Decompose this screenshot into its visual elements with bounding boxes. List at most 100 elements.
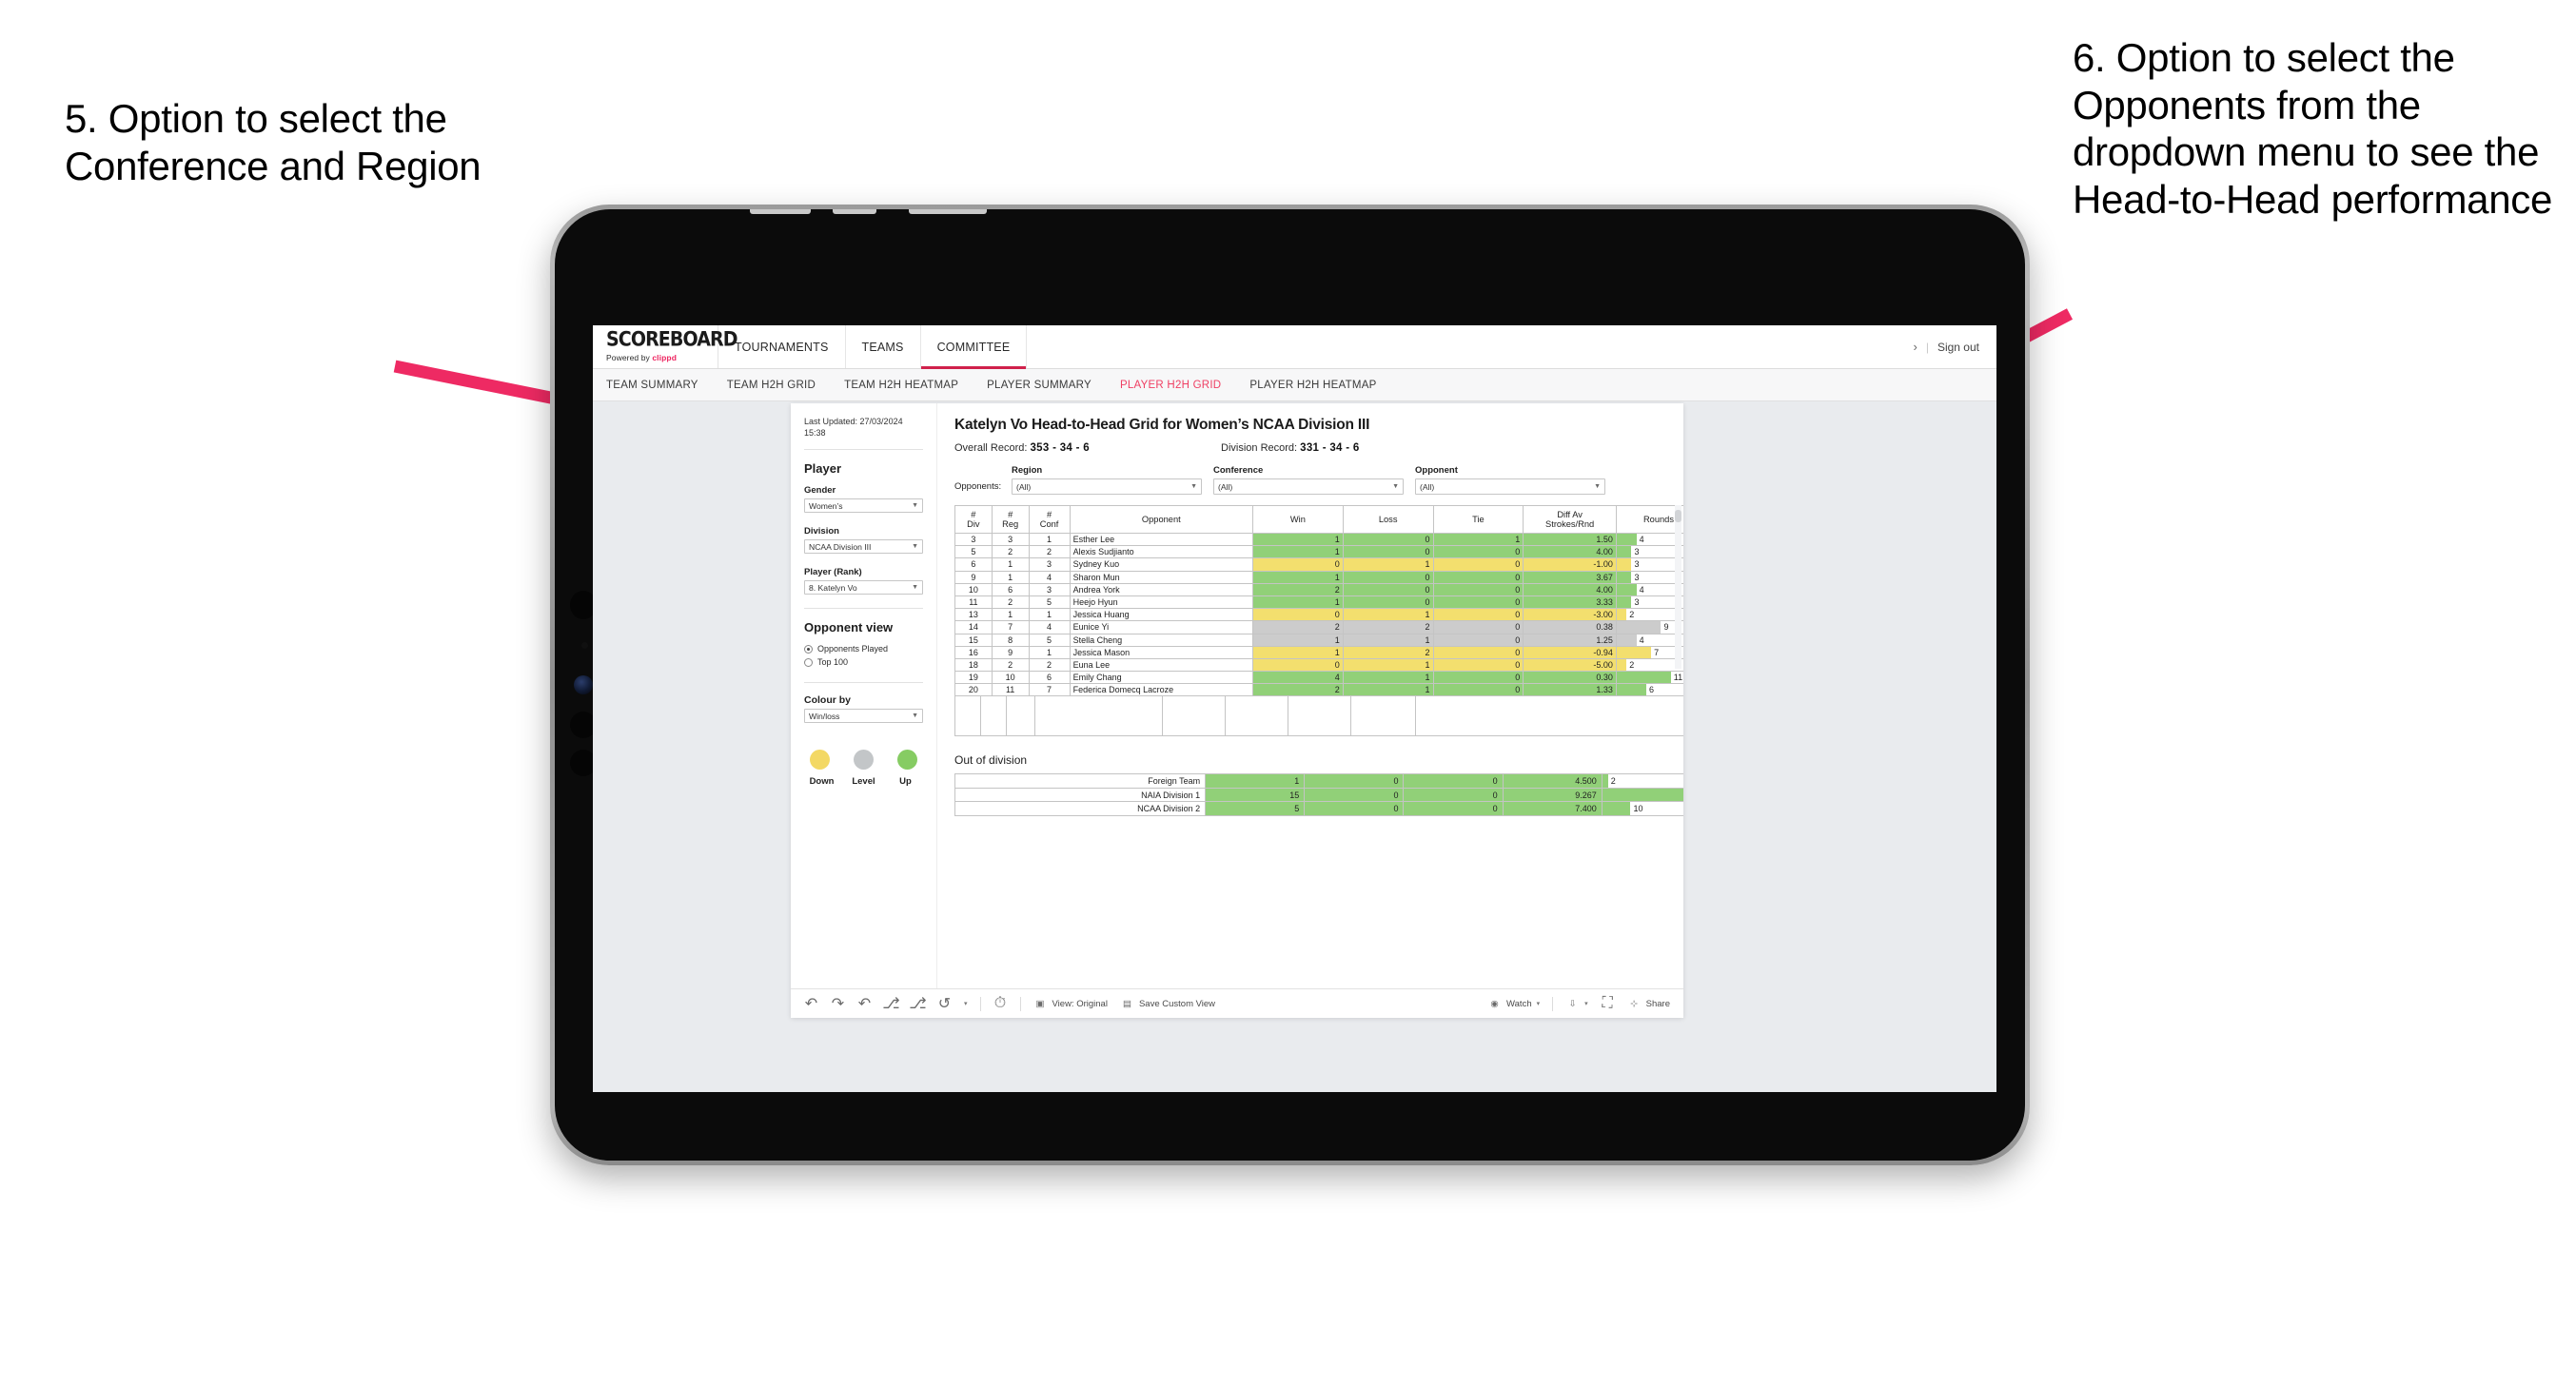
tab-team-summary[interactable]: TEAM SUMMARY <box>606 380 698 391</box>
clock-icon[interactable]: ⏱ <box>993 995 1008 1011</box>
watch-button[interactable]: ◉ Watch ▾ <box>1487 997 1540 1011</box>
table-row[interactable]: 9 1 4 Sharon Mun 1 0 0 3.67 3 <box>954 570 1683 584</box>
back-icon[interactable]: ↺ <box>937 996 952 1012</box>
save-custom-view-button[interactable]: ▤ Save Custom View <box>1120 997 1215 1011</box>
nav-item-committee[interactable]: COMMITTEE <box>920 325 1028 369</box>
colour-by-select[interactable]: Win/loss ▼ <box>804 709 923 724</box>
workbook-body: Last Updated: 27/03/2024 15:38 Player Ge… <box>791 403 1683 988</box>
cell-conf: 3 <box>1028 557 1071 572</box>
last-updated-text: Last Updated: 27/03/2024 15:38 <box>804 417 903 439</box>
filters-sidebar: Last Updated: 27/03/2024 15:38 Player Ge… <box>791 403 937 988</box>
cell-rounds: 4 <box>1615 582 1683 596</box>
grid-scrollbar-thumb[interactable] <box>1675 510 1681 522</box>
pause-icon[interactable]: ⎇ <box>909 996 926 1012</box>
table-row[interactable]: 18 2 2 Euna Lee 0 1 0 -5.00 2 <box>954 657 1683 673</box>
table-row[interactable]: 5 2 2 Alexis Sudjianto 1 0 0 4.00 3 <box>954 545 1683 559</box>
divider <box>804 608 923 610</box>
volume-up-button[interactable] <box>750 209 811 214</box>
rounds-value: 3 <box>1634 597 1640 608</box>
overall-record-label: Overall Record: <box>954 442 1028 454</box>
col-rounds: Rounds <box>1615 505 1683 534</box>
cell-loss: 0 <box>1304 787 1405 803</box>
undo-icon[interactable]: ↶ <box>804 996 818 1012</box>
tab-player-h2h-grid[interactable]: PLAYER H2H GRID <box>1120 380 1221 391</box>
download-button[interactable]: ⇩ ▾ <box>1565 997 1588 1011</box>
power-button[interactable] <box>909 209 987 214</box>
cell-opponent: Eunice Yi <box>1069 620 1254 634</box>
table-row[interactable]: NAIA Division 115009.26730 <box>954 787 1683 803</box>
region-select[interactable]: (All) ▼ <box>1012 478 1202 495</box>
table-row[interactable]: 16 9 1 Jessica Mason 1 2 0 -0.94 7 <box>954 645 1683 659</box>
sensor-dot-icon <box>581 642 588 649</box>
fullscreen-icon[interactable]: ⛶ <box>1601 995 1615 1011</box>
revert-icon[interactable]: ↶ <box>857 996 872 1012</box>
gender-select[interactable]: Women’s ▼ <box>804 498 923 514</box>
tab-team-h2h-heatmap[interactable]: TEAM H2H HEATMAP <box>844 380 958 391</box>
player-rank-select[interactable]: 8. Katelyn Vo ▼ <box>804 580 923 595</box>
browser-viewport: SCOREBOARD Powered by clippd TOURNAMENTS… <box>593 325 1996 1092</box>
division-select[interactable]: NCAA Division III ▼ <box>804 539 923 555</box>
table-row[interactable]: 19 10 6 Emily Chang 4 1 0 0.30 11 <box>954 671 1683 685</box>
radio-opponents-played[interactable]: Opponents Played <box>804 644 923 654</box>
chevron-right-icon[interactable]: › <box>1913 340 1917 354</box>
table-row[interactable]: 20 11 7 Federica Domecq Lacroze 2 1 0 1.33 6 <box>954 683 1683 697</box>
volume-down-button[interactable] <box>833 209 876 214</box>
chevron-down-icon[interactable]: ▾ <box>964 1000 968 1007</box>
cell-reg: 3 <box>991 532 1030 547</box>
tab-team-h2h-grid[interactable]: TEAM H2H GRID <box>727 380 816 391</box>
cell-rounds: 3 <box>1615 545 1683 559</box>
cell-tie: 0 <box>1432 671 1524 685</box>
legend-label-up: Up <box>899 776 912 788</box>
legend-dot-level <box>854 750 874 771</box>
cell-rounds: 30 <box>1601 787 1683 803</box>
rounds-value: 2 <box>1629 610 1635 620</box>
cell-tie: 0 <box>1403 787 1504 803</box>
gender-label: Gender <box>804 485 836 497</box>
opponent-select[interactable]: (All) ▼ <box>1415 478 1605 495</box>
h2h-grid-head: # Div # Reg # Conf Opponent Win Loss Tie Di… <box>954 505 1683 534</box>
view-original-button[interactable]: ▣ View: Original <box>1033 997 1108 1011</box>
cell-tie: 0 <box>1432 608 1524 622</box>
cell-reg: 10 <box>991 671 1030 685</box>
cell-diff: -3.00 <box>1523 608 1617 622</box>
nav-item-tournaments[interactable]: TOURNAMENTS <box>718 325 846 368</box>
table-row[interactable]: NCAA Division 2 5 0 0 7.400 10 <box>954 801 1683 816</box>
table-row[interactable]: 6 1 3 Sydney Kuo 0 1 0 -1.00 3 <box>954 557 1683 572</box>
table-row[interactable]: 13 1 1 Jessica Huang 0 1 0 -3.00 2 <box>954 608 1683 622</box>
cell-opponent: Esther Lee <box>1069 532 1254 547</box>
brand-logo[interactable]: SCOREBOARD Powered by clippd <box>593 325 738 368</box>
tab-player-h2h-heatmap[interactable]: PLAYER H2H HEATMAP <box>1249 380 1376 391</box>
table-row[interactable]: 11 2 5 Heejo Hyun 1 0 0 3.33 3 <box>954 595 1683 610</box>
rounds-value: 11 <box>1673 673 1683 683</box>
table-row[interactable]: Foreign Team 1 0 0 4.500 2 <box>954 773 1683 789</box>
sign-out-link[interactable]: Sign out <box>1937 341 1979 354</box>
table-row[interactable]: 10 6 3 Andrea York 2 0 0 4.00 4 <box>954 582 1683 596</box>
cell-diff: 4.00 <box>1523 582 1617 596</box>
refresh-icon[interactable]: ⎇ <box>882 996 899 1012</box>
cell-diff: 7.400 <box>1502 801 1603 816</box>
cell-reg: 1 <box>991 570 1030 584</box>
nav-item-teams[interactable]: TEAMS <box>846 325 921 368</box>
share-icon: ⊹ <box>1630 998 1639 1009</box>
cell-win: 2 <box>1252 683 1344 697</box>
table-row[interactable]: 3 3 1 Esther Lee 1 0 1 1.50 4 <box>954 532 1683 547</box>
cell-win: 0 <box>1252 608 1344 622</box>
cell-opponent: Emily Chang <box>1069 671 1254 685</box>
table-row[interactable]: 14 7 4 Eunice Yi 2 2 0 0.38 9 <box>954 620 1683 634</box>
redo-icon[interactable]: ↷ <box>831 996 845 1012</box>
cell-win: 1 <box>1252 633 1344 647</box>
table-row[interactable]: 15 8 5 Stella Cheng 1 1 0 1.25 4 <box>954 633 1683 647</box>
cell-loss: 0 <box>1342 570 1434 584</box>
tab-player-summary[interactable]: PLAYER SUMMARY <box>987 380 1091 391</box>
cell-loss: 1 <box>1342 657 1434 673</box>
conference-select[interactable]: (All) ▼ <box>1213 478 1404 495</box>
radio-label: Top 100 <box>817 657 849 668</box>
table-header-row: # Div # Reg # Conf Opponent Win Loss Tie Di… <box>954 505 1683 534</box>
cell-win: 2 <box>1252 582 1344 596</box>
cell-diff: -1.00 <box>1523 557 1617 572</box>
radio-top-100[interactable]: Top 100 <box>804 657 923 667</box>
grid-scrollbar[interactable] <box>1675 505 1681 669</box>
cell-name: NCAA Division 2 <box>954 801 1207 816</box>
share-button[interactable]: ⊹ Share <box>1627 997 1670 1011</box>
divider <box>804 682 923 684</box>
